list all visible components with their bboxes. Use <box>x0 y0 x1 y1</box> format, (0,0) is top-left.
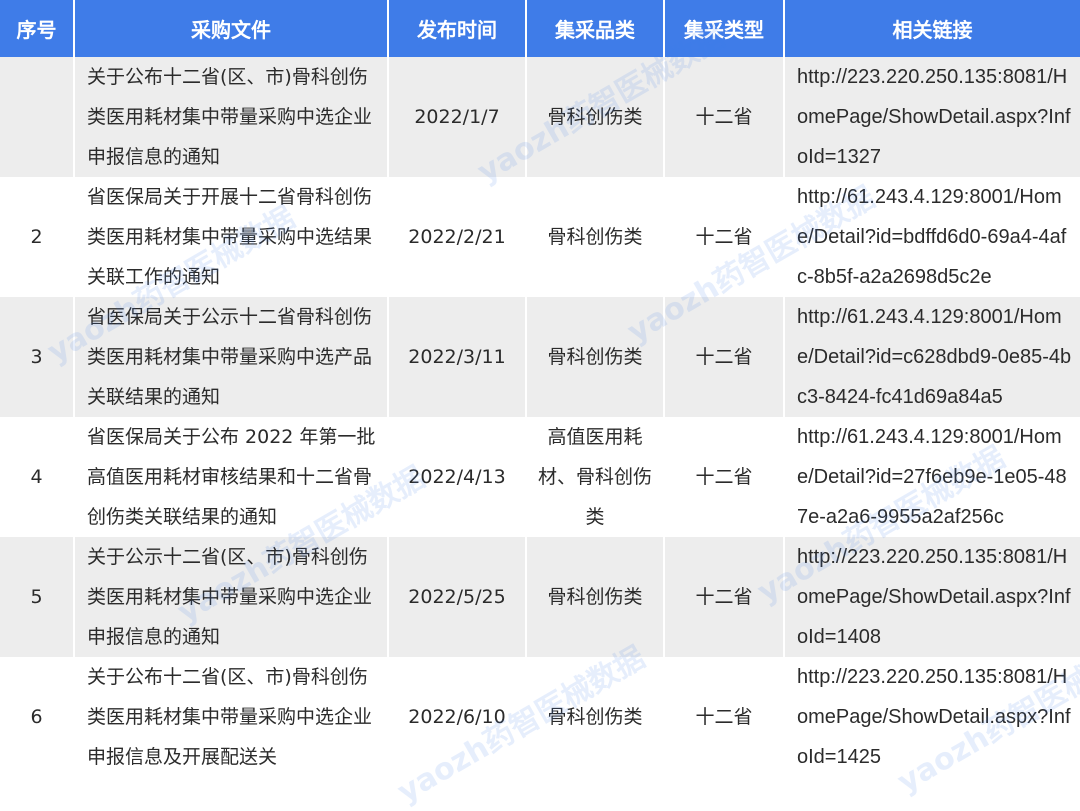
row-type: 十二省 <box>663 297 784 417</box>
row-seq: 3 <box>0 297 74 417</box>
row-type: 十二省 <box>663 177 784 297</box>
row-date: 2022/5/25 <box>387 537 526 657</box>
header-row: 序号 采购文件 发布时间 集采品类 集采类型 相关链接 <box>0 0 1080 57</box>
procurement-table: 序号 采购文件 发布时间 集采品类 集采类型 相关链接 关于公布十二省(区、市)… <box>0 0 1080 777</box>
row-date: 2022/6/10 <box>387 657 526 777</box>
row-type: 十二省 <box>663 657 784 777</box>
row-doc: 关于公布十二省(区、市)骨科创伤类医用耗材集中带量采购中选企业申报信息及开展配送… <box>73 657 388 777</box>
row-link[interactable]: http://61.243.4.129:8001/Home/Detail?id=… <box>783 177 1080 297</box>
row-seq: 6 <box>0 657 74 777</box>
row-category: 骨科创伤类 <box>525 57 664 177</box>
row-seq: 5 <box>0 537 74 657</box>
header-link: 相关链接 <box>783 0 1080 57</box>
header-date: 发布时间 <box>387 0 526 57</box>
row-seq <box>0 57 74 177</box>
row-doc: 省医保局关于公布 2022 年第一批高值医用耗材审核结果和十二省骨创伤类关联结果… <box>73 417 388 537</box>
row-date: 2022/2/21 <box>387 177 526 297</box>
row-date: 2022/4/13 <box>387 417 526 537</box>
header-doc: 采购文件 <box>73 0 388 57</box>
row-category: 骨科创伤类 <box>525 297 664 417</box>
row-date: 2022/3/11 <box>387 297 526 417</box>
table-row: 2 省医保局关于开展十二省骨科创伤类医用耗材集中带量采购中选结果关联工作的通知 … <box>0 177 1080 297</box>
row-seq: 2 <box>0 177 74 297</box>
row-seq: 4 <box>0 417 74 537</box>
header-seq: 序号 <box>0 0 74 57</box>
row-doc: 省医保局关于公示十二省骨科创伤类医用耗材集中带量采购中选产品关联结果的通知 <box>73 297 388 417</box>
table-row: 3 省医保局关于公示十二省骨科创伤类医用耗材集中带量采购中选产品关联结果的通知 … <box>0 297 1080 417</box>
row-link[interactable]: http://223.220.250.135:8081/HomePage/Sho… <box>783 57 1080 177</box>
row-link[interactable]: http://61.243.4.129:8001/Home/Detail?id=… <box>783 297 1080 417</box>
table-row: 6 关于公布十二省(区、市)骨科创伤类医用耗材集中带量采购中选企业申报信息及开展… <box>0 657 1080 777</box>
row-link[interactable]: http://61.243.4.129:8001/Home/Detail?id=… <box>783 417 1080 537</box>
row-link[interactable]: http://223.220.250.135:8081/HomePage/Sho… <box>783 657 1080 777</box>
row-link[interactable]: http://223.220.250.135:8081/HomePage/Sho… <box>783 537 1080 657</box>
row-type: 十二省 <box>663 537 784 657</box>
table-row: 5 关于公示十二省(区、市)骨科创伤类医用耗材集中带量采购中选企业申报信息的通知… <box>0 537 1080 657</box>
row-doc: 关于公布十二省(区、市)骨科创伤类医用耗材集中带量采购中选企业申报信息的通知 <box>73 57 388 177</box>
row-category: 高值医用耗材、骨科创伤类 <box>525 417 664 537</box>
row-category: 骨科创伤类 <box>525 657 664 777</box>
table-row: 关于公布十二省(区、市)骨科创伤类医用耗材集中带量采购中选企业申报信息的通知 2… <box>0 57 1080 177</box>
table-row: 4 省医保局关于公布 2022 年第一批高值医用耗材审核结果和十二省骨创伤类关联… <box>0 417 1080 537</box>
row-doc: 关于公示十二省(区、市)骨科创伤类医用耗材集中带量采购中选企业申报信息的通知 <box>73 537 388 657</box>
row-category: 骨科创伤类 <box>525 537 664 657</box>
row-type: 十二省 <box>663 57 784 177</box>
row-doc: 省医保局关于开展十二省骨科创伤类医用耗材集中带量采购中选结果关联工作的通知 <box>73 177 388 297</box>
header-type: 集采类型 <box>663 0 784 57</box>
header-category: 集采品类 <box>525 0 664 57</box>
row-date: 2022/1/7 <box>387 57 526 177</box>
row-type: 十二省 <box>663 417 784 537</box>
row-category: 骨科创伤类 <box>525 177 664 297</box>
